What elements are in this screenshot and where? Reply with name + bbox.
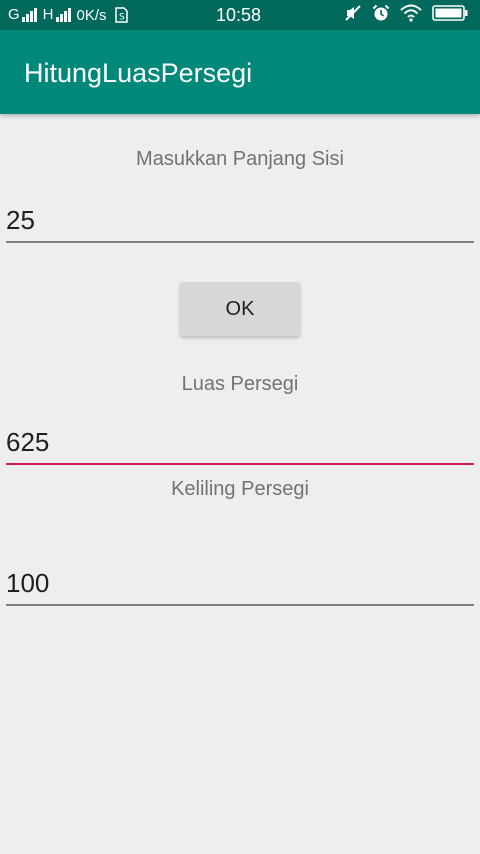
signal-2-label: H — [42, 6, 54, 23]
keliling-label: Keliling Persegi — [171, 478, 309, 500]
keliling-input-value: 100 — [6, 568, 50, 598]
app-title: HitungLuasPersegi — [24, 58, 253, 88]
status-time: 10:58 — [216, 5, 262, 25]
wifi-icon — [400, 4, 422, 27]
signal-1-icon: G — [8, 6, 37, 23]
luas-input[interactable]: 625 — [6, 423, 474, 465]
status-bar: G H 0K/s S 10:58 — [0, 0, 480, 30]
sisi-input-value: 25 — [6, 205, 35, 235]
status-left-group: G H 0K/s S — [8, 5, 129, 25]
ok-button[interactable]: OK — [180, 282, 300, 336]
luas-label: Luas Persegi — [181, 373, 299, 395]
network-speed: 0K/s — [76, 6, 107, 24]
mute-icon — [344, 4, 362, 27]
battery-icon — [432, 4, 468, 26]
luas-input-value: 625 — [6, 427, 50, 457]
sisi-input[interactable]: 25 — [6, 201, 474, 243]
sim-card-icon: S — [113, 7, 129, 23]
sisi-label: Masukkan Panjang Sisi — [136, 148, 344, 170]
svg-text:S: S — [119, 13, 125, 23]
signal-1-label: G — [8, 6, 20, 23]
keliling-input[interactable]: 100 — [6, 564, 474, 606]
signal-2-icon: H — [42, 6, 71, 23]
status-right-group — [344, 4, 468, 27]
app-bar: HitungLuasPersegi — [0, 30, 480, 114]
alarm-icon — [372, 4, 390, 27]
